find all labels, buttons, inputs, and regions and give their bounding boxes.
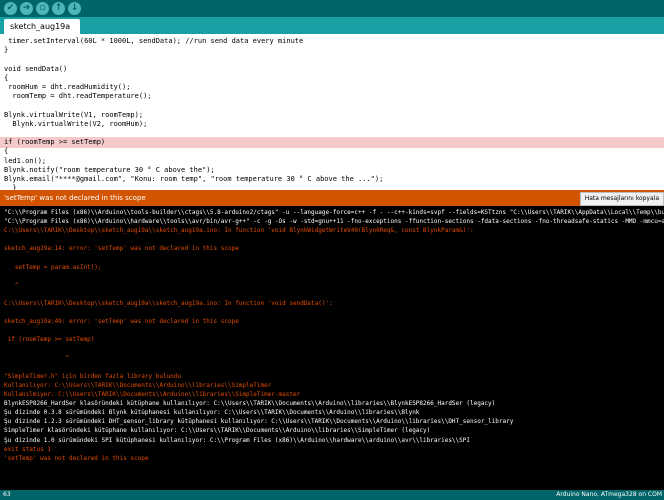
console-line: "C:\\Program Files (x86)\\Arduino\\tools… bbox=[4, 209, 664, 216]
console-line: BlynkESP8266_HardSer klasöründeki kütüph… bbox=[4, 400, 496, 408]
console-line: "SimpleTimer.h" için birden fazla librar… bbox=[4, 372, 182, 380]
console-output[interactable]: "C:\\Program Files (x86)\\Arduino\\tools… bbox=[0, 206, 664, 490]
console-line: Şu dizinde 1.2.3 sürümündeki DHT_sensor_… bbox=[4, 418, 514, 426]
code-editor[interactable]: timer.setInterval(60L * 1000L, sendData)… bbox=[0, 34, 664, 190]
tab-sketch[interactable]: sketch_aug19a bbox=[4, 19, 81, 34]
line-number: 63 bbox=[3, 491, 11, 498]
console-line: exit status 1 bbox=[4, 445, 51, 453]
console-line: C:\\Users\\TARIK\\Desktop\\sketch_aug19a… bbox=[4, 300, 333, 307]
footer-status: 63 Arduino Nano, ATmega328 on COM bbox=[0, 490, 664, 500]
console-line: if (roomTemp >= setTemp) bbox=[4, 336, 95, 344]
console-line: C:\\Users\\TARIK\\Desktop\\sketch_aug19a… bbox=[4, 227, 474, 235]
save-button[interactable]: ↓ bbox=[68, 2, 81, 15]
code-line: } bbox=[4, 184, 17, 190]
new-button[interactable]: ▫ bbox=[36, 2, 49, 15]
toolbar: ✔ ➜ ▫ ↑ ↓ bbox=[0, 0, 664, 17]
error-message: 'setTemp' was not declared in this scope bbox=[4, 194, 146, 202]
upload-button[interactable]: ➜ bbox=[20, 2, 33, 15]
console-line: SimpleTimer klasöründeki kütüphane kulla… bbox=[4, 427, 431, 435]
tab-bar: sketch_aug19a bbox=[0, 17, 664, 34]
console-line: "C:\\Program Files (x86)\\Arduino\\hardw… bbox=[4, 218, 664, 226]
new-file-icon: ▫ bbox=[39, 3, 46, 13]
console-line: Kullanılıyor: C:\\Users\\TARIK\\Document… bbox=[4, 381, 272, 389]
check-icon: ✔ bbox=[6, 3, 15, 13]
console-line: Kullanılmıyor: C:\\Users\\TARIK\\Documen… bbox=[4, 391, 301, 398]
copy-error-messages-button[interactable]: Hata mesajlarını kopyala bbox=[579, 192, 664, 206]
console-line: setTemp = param.asInt(); bbox=[4, 263, 102, 271]
status-bar: 'setTemp' was not declared in this scope… bbox=[0, 190, 664, 206]
arrow-down-icon: ↓ bbox=[70, 3, 79, 13]
console-line: sketch_aug19a:14: error: 'setTemp' was n… bbox=[4, 245, 239, 253]
console-line: ^ bbox=[4, 354, 70, 362]
verify-button[interactable]: ✔ bbox=[4, 2, 17, 15]
console-line: sketch_aug19a:49: error: 'setTemp' was n… bbox=[4, 318, 239, 326]
console-line: Şu dizinde 0.3.8 sürümündeki Blynk kütüp… bbox=[4, 409, 420, 417]
console-line: 'setTemp' was not declared in this scope bbox=[4, 454, 149, 462]
console-line: Şu dizinde 1.0 sürümündeki SPI kütüphane… bbox=[4, 436, 470, 444]
console-line: ^ bbox=[4, 281, 19, 289]
arrow-up-icon: ↑ bbox=[54, 3, 63, 13]
open-button[interactable]: ↑ bbox=[52, 2, 65, 15]
arrow-right-icon: ➜ bbox=[22, 3, 31, 13]
board-info: Arduino Nano, ATmega328 on COM bbox=[556, 491, 662, 498]
